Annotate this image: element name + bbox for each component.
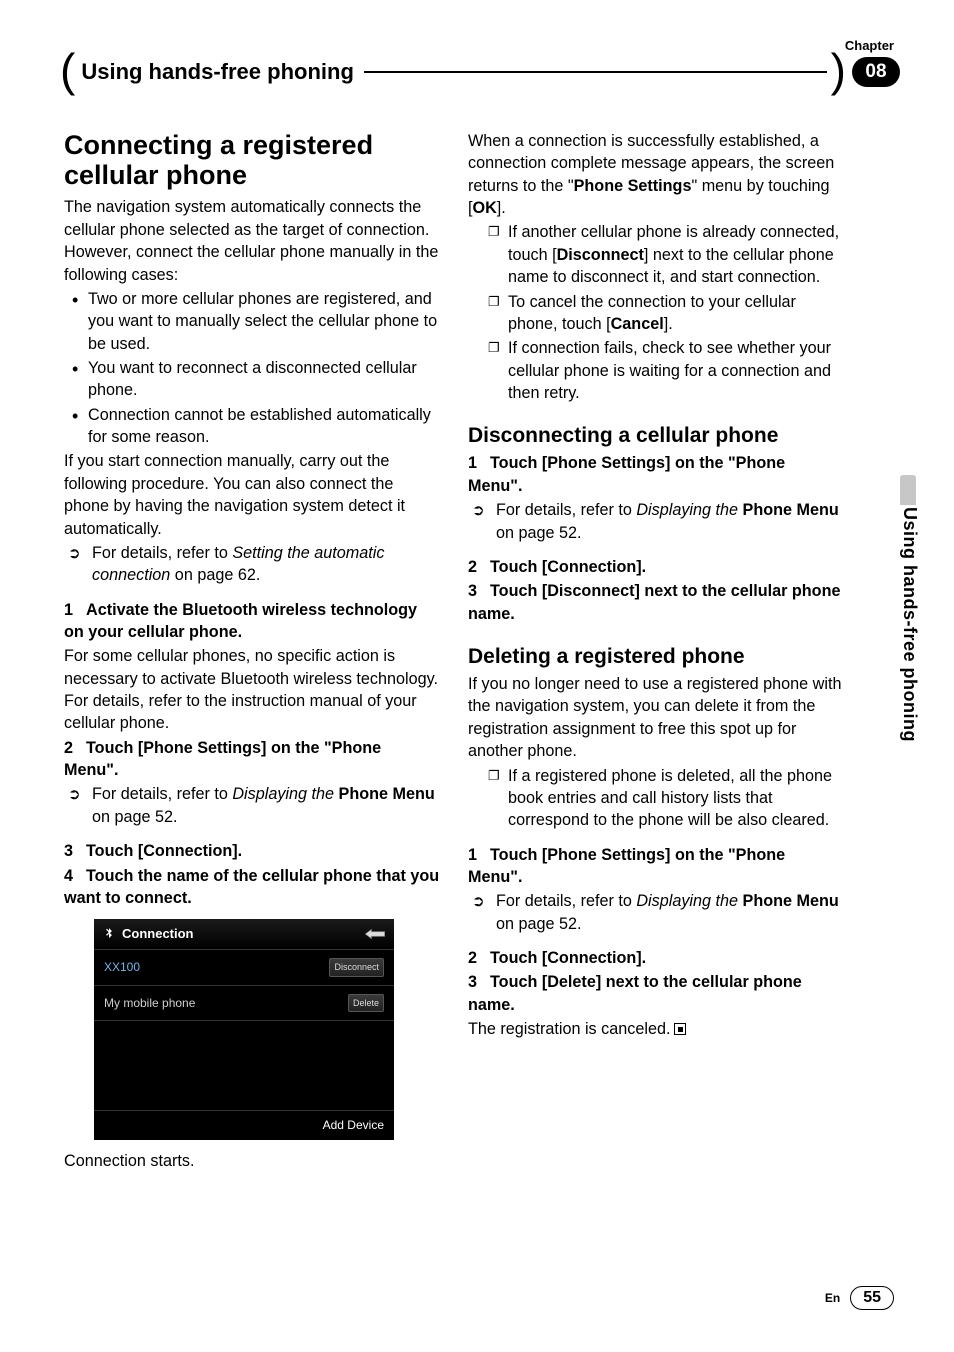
ref-bold: Phone Menu — [339, 785, 435, 803]
chapter-label: Chapter — [845, 38, 894, 53]
body-content: Connecting a registered cellular phone T… — [64, 130, 844, 1262]
step1-body: For some cellular phones, no specific ac… — [64, 645, 440, 734]
ref-text: For details, refer to — [92, 544, 232, 562]
ref-text: on page 52. — [92, 808, 178, 826]
header-rule — [364, 71, 827, 73]
device-row[interactable]: My mobile phone Delete — [94, 985, 394, 1020]
footer-language: En — [825, 1291, 840, 1305]
note-item: If connection fails, check to see whethe… — [488, 337, 844, 404]
step-heading: 2Touch [Phone Settings] on the "Phone Me… — [64, 737, 440, 782]
step-heading: 2Touch [Connection]. — [468, 556, 844, 578]
side-tab-marker — [900, 475, 916, 505]
device-name: My mobile phone — [104, 995, 195, 1012]
section1-intro: The navigation system automatically conn… — [64, 196, 440, 285]
step-heading: 1Touch [Phone Settings] on the "Phone Me… — [468, 844, 844, 889]
connection-screenshot: Connection XX100 Disconnect My mobile ph… — [94, 919, 394, 1139]
bluetooth-icon — [102, 927, 116, 941]
ref-text: on page 62. — [170, 566, 260, 584]
step-heading: 2Touch [Connection]. — [468, 947, 844, 969]
end-of-section-icon — [674, 1023, 686, 1035]
pointer-icon: ➲ — [472, 892, 485, 913]
section3-intro: If you no longer need to use a registere… — [468, 673, 844, 762]
header-bar: ( Using hands-free phoning ) — [60, 57, 846, 87]
chapter-number-badge: 08 — [852, 57, 900, 87]
delete-button[interactable]: Delete — [348, 994, 384, 1012]
list-item: You want to reconnect a disconnected cel… — [70, 357, 440, 402]
device-row-selected[interactable]: XX100 Disconnect — [94, 949, 394, 984]
page-number: 55 — [850, 1286, 894, 1310]
step-heading: 3Touch [Connection]. — [64, 840, 440, 862]
pointer-icon: ➲ — [68, 544, 81, 565]
step-heading: 1Touch [Phone Settings] on the "Phone Me… — [468, 452, 844, 497]
header-paren-left: ( — [60, 55, 75, 85]
disconnect-button[interactable]: Disconnect — [329, 958, 384, 976]
step-heading: 3Touch [Delete] next to the cellular pho… — [468, 971, 844, 1016]
section3-title: Deleting a registered phone — [468, 645, 844, 669]
section1-title: Connecting a registered cellular phone — [64, 130, 440, 190]
col2-intro: When a connection is successfully establ… — [468, 130, 844, 219]
section1-after-cases: If you start connection manually, carry … — [64, 450, 440, 539]
step-heading: 4Touch the name of the cellular phone th… — [64, 865, 440, 910]
notes-list: If a registered phone is deleted, all th… — [468, 765, 844, 832]
device-name: XX100 — [104, 959, 140, 976]
ref-text: For details, refer to — [92, 785, 232, 803]
side-tab-text: Using hands-free phoning — [899, 507, 920, 742]
header-title: Using hands-free phoning — [75, 59, 360, 85]
pointer-icon: ➲ — [472, 501, 485, 522]
connection-starts-line: Connection starts. — [64, 1150, 440, 1172]
pointer-icon: ➲ — [68, 785, 81, 806]
step-heading: 3Touch [Disconnect] next to the cellular… — [468, 580, 844, 625]
screenshot-header: Connection — [94, 919, 394, 949]
header-paren-right: ) — [831, 55, 846, 85]
back-icon[interactable] — [364, 927, 386, 941]
section3-closing: The registration is canceled. — [468, 1018, 844, 1040]
add-device-button[interactable]: Add Device — [94, 1110, 394, 1140]
cross-ref: ➲ For details, refer to Displaying the P… — [468, 499, 844, 544]
list-item: Two or more cellular phones are register… — [70, 288, 440, 355]
cross-ref: ➲ For details, refer to Displaying the P… — [468, 890, 844, 935]
section2-title: Disconnecting a cellular phone — [468, 424, 844, 448]
screenshot-title: Connection — [122, 925, 194, 943]
list-item: Connection cannot be established automat… — [70, 404, 440, 449]
ref-italic: Displaying the — [232, 785, 334, 803]
step-heading: 1Activate the Bluetooth wireless technol… — [64, 599, 440, 644]
screenshot-empty-area — [94, 1020, 394, 1110]
section1-cases-list: Two or more cellular phones are register… — [64, 288, 440, 449]
note-item: If another cellular phone is already con… — [488, 221, 844, 288]
notes-list: If another cellular phone is already con… — [468, 221, 844, 404]
cross-ref: ➲ For details, refer to Displaying the P… — [64, 783, 440, 828]
side-tab: Using hands-free phoning — [894, 475, 916, 795]
page-footer: En 55 — [825, 1286, 894, 1310]
note-item: If a registered phone is deleted, all th… — [488, 765, 844, 832]
cross-ref: ➲ For details, refer to Setting the auto… — [64, 542, 440, 587]
note-item: To cancel the connection to your cellula… — [488, 291, 844, 336]
